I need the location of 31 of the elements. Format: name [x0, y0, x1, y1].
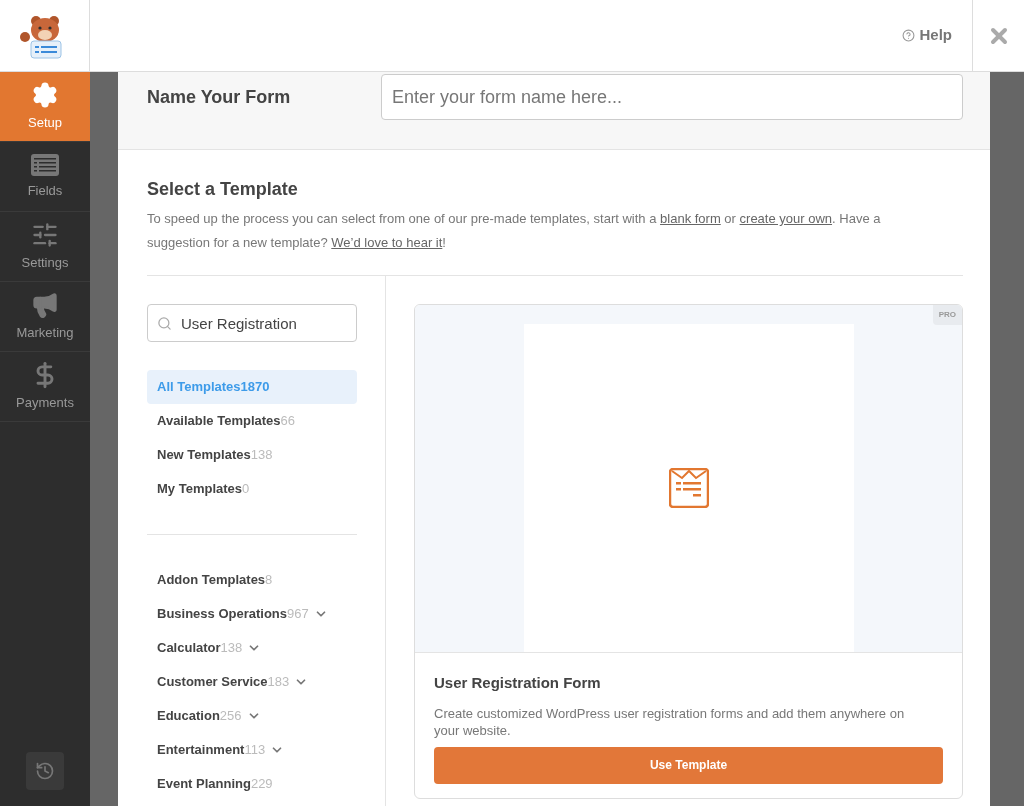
search-icon	[157, 316, 172, 331]
inline-link[interactable]: create your own	[739, 211, 833, 226]
form-icon	[668, 468, 709, 508]
template-filter-item[interactable]: My Templates0	[147, 472, 357, 506]
category-item[interactable]: Calculator138	[147, 631, 357, 665]
category-item[interactable]: Business Operations967	[147, 597, 357, 631]
template-title: User Registration Form	[434, 673, 602, 693]
help-link[interactable]: Help	[902, 24, 952, 47]
form-name-input[interactable]: Enter your form name here...	[381, 74, 963, 120]
category-item[interactable]: Customer Service183	[147, 665, 357, 699]
category-item[interactable]: Addon Templates8	[147, 563, 357, 597]
template-filter-item[interactable]: New Templates138	[147, 438, 357, 472]
category-item[interactable]: Education256	[147, 699, 357, 733]
name-form-label: Name Your Form	[147, 86, 292, 109]
template-description: Create customized WordPress user registration forms and add them anywhere on your website.	[434, 704, 906, 739]
sidebar-nav-item[interactable]: Fields	[0, 142, 90, 212]
inline-link[interactable]: blank form	[660, 211, 721, 226]
sliders-icon	[31, 220, 59, 249]
help-icon	[902, 29, 916, 42]
history-icon	[35, 761, 55, 781]
section-description: To speed up the process you can select from one of our pre-made templates, start with a blank form or create your own. Have a suggestion for a new template? We’d love to hear it!	[147, 210, 882, 252]
pro-badge: PRO	[932, 305, 962, 325]
template-search-field[interactable]: User Registration	[147, 304, 357, 342]
list-icon	[30, 152, 60, 177]
megaphone-icon	[31, 290, 59, 319]
revisions-button[interactable]	[26, 752, 64, 790]
section-title: Select a Template	[147, 178, 299, 201]
template-filter-item[interactable]: Available Templates66	[147, 404, 357, 438]
category-item[interactable]: Event Planning229	[147, 767, 357, 801]
settings-icon	[31, 80, 59, 109]
category-item[interactable]: Entertainment113	[147, 733, 357, 767]
